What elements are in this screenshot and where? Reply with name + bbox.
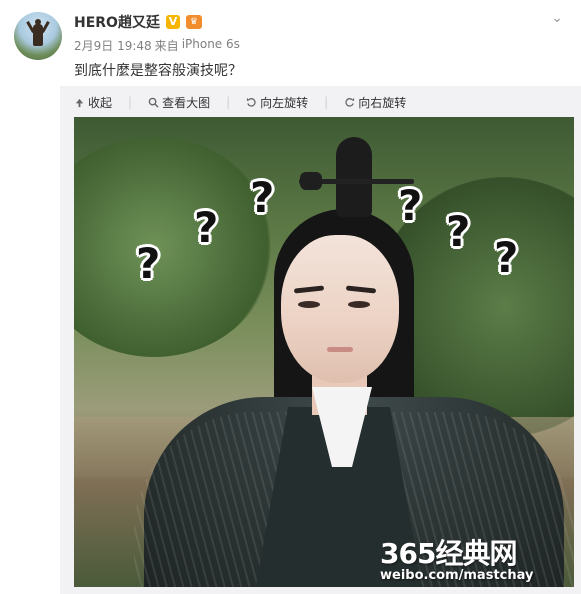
rotate-right-icon — [345, 97, 355, 107]
watermark-url: weibo.com/mastchay — [380, 568, 534, 583]
collapse-arrow-icon — [75, 98, 84, 107]
post-source-prefix: 来自 — [154, 39, 179, 53]
post-author: HERO趙又廷 V ♛ — [74, 12, 202, 32]
view-large-button[interactable]: 查看大图 — [148, 94, 210, 111]
watermark: 365经典网 weibo.com/mastchay — [380, 532, 580, 590]
question-mark-sticker: ? — [250, 173, 275, 222]
collect-label: 收起 — [88, 95, 113, 110]
magnifier-icon — [148, 97, 159, 108]
toolbar-divider: | — [128, 95, 133, 109]
avatar[interactable] — [14, 12, 62, 60]
photo-face — [281, 235, 399, 383]
rotate-left-label: 向左旋转 — [260, 95, 309, 110]
question-mark-sticker: ? — [136, 239, 161, 288]
rotate-left-button[interactable]: 向左旋转 — [246, 94, 308, 111]
post-source[interactable]: iPhone 6s — [182, 37, 240, 54]
toolbar-divider: | — [324, 95, 329, 109]
verified-badge-icon[interactable]: V — [165, 15, 180, 29]
view-large-label: 查看大图 — [162, 95, 211, 110]
rotate-right-label: 向右旋转 — [358, 95, 407, 110]
collect-button[interactable]: 收起 — [74, 94, 112, 111]
photo-eye — [298, 301, 320, 308]
post-meta: 2月9日 19:48 来自 iPhone 6s — [74, 37, 240, 54]
weibo-post-card: HERO趙又廷 V ♛ ⌄ 2月9日 19:48 来自 iPhone 6s 到底… — [0, 0, 581, 594]
media-toolbar: 收起 | 查看大图 | 向左旋转 | 向右旋转 — [74, 93, 406, 111]
post-photo[interactable]: ? ? ? ? ? ? — [74, 117, 574, 587]
username-link[interactable]: HERO趙又廷 — [74, 12, 160, 32]
toolbar-divider: | — [226, 95, 231, 109]
photo-hairpin-cap — [300, 172, 322, 190]
post-timestamp[interactable]: 2月9日 19:48 — [74, 37, 152, 54]
rotate-left-icon — [247, 97, 256, 107]
rotate-right-button[interactable]: 向右旋转 — [344, 94, 406, 111]
photo-topknot — [336, 137, 372, 217]
question-mark-sticker: ? — [446, 207, 471, 256]
chevron-down-icon[interactable]: ⌄ — [551, 10, 563, 26]
post-content: 到底什麼是整容般演技呢？ — [74, 63, 242, 79]
question-mark-sticker: ? — [194, 203, 219, 252]
question-mark-sticker: ? — [398, 181, 423, 230]
photo-mouth — [327, 347, 353, 352]
question-mark-sticker: ? — [494, 233, 519, 282]
photo-eye — [348, 301, 370, 308]
photo-background-foliage — [74, 137, 274, 357]
avatar-figure-body — [33, 24, 43, 46]
vip-crown-icon[interactable]: ♛ — [185, 15, 202, 29]
watermark-site-name: 365经典网 — [380, 537, 517, 570]
